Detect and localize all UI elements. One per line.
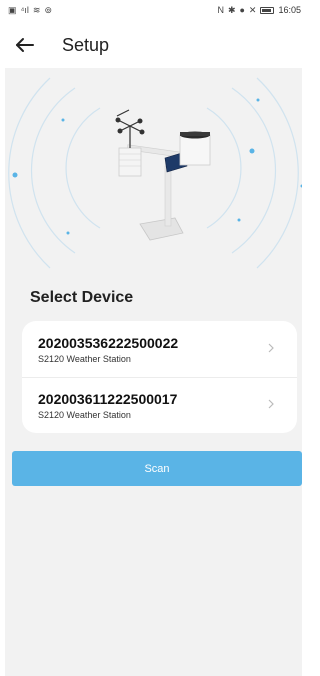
back-arrow-icon[interactable] xyxy=(14,34,36,56)
main-content: Select Device 202003536222500022 S2120 W… xyxy=(5,68,302,676)
message-icon: ▣ xyxy=(8,5,17,15)
page-title: Setup xyxy=(62,35,110,55)
location-icon: ⊚ xyxy=(44,5,52,15)
device-id: 202003611222500017 xyxy=(38,391,178,407)
wifi-icon: ≋ xyxy=(32,5,41,15)
status-time: 16:05 xyxy=(278,5,301,15)
app-header: Setup xyxy=(0,22,307,68)
status-left-icons: ▣ ⁴ıl ≋ ⊚ xyxy=(8,5,52,15)
list-item-device-2[interactable]: 202003611222500017 S2120 Weather Station xyxy=(22,377,297,433)
scan-button[interactable]: Scan xyxy=(12,451,302,486)
device-model: S2120 Weather Station xyxy=(38,354,131,364)
mute-icon: ✕ xyxy=(248,5,257,15)
nfc-icon: N xyxy=(217,5,224,15)
device-list: 202003536222500022 S2120 Weather Station… xyxy=(22,321,297,433)
list-item-device-1[interactable]: 202003536222500022 S2120 Weather Station xyxy=(22,321,297,377)
device-model: S2120 Weather Station xyxy=(38,410,131,420)
bluetooth-icon: ✱ xyxy=(227,5,236,15)
weather-station-illustration xyxy=(5,68,302,278)
location-pin-icon: ● xyxy=(239,5,245,15)
battery-icon xyxy=(260,6,275,14)
section-title: Select Device xyxy=(30,289,134,306)
status-right-icons: N ✱ ● ✕ 16:05 xyxy=(217,5,301,15)
chevron-right-icon xyxy=(268,343,274,353)
device-id: 202003536222500022 xyxy=(38,335,179,351)
status-bar: ▣ ⁴ıl ≋ ⊚ N ✱ ● ✕ 16:05 xyxy=(0,0,307,22)
signal-icon: ⁴ıl xyxy=(20,5,29,15)
chevron-right-icon xyxy=(268,399,274,409)
